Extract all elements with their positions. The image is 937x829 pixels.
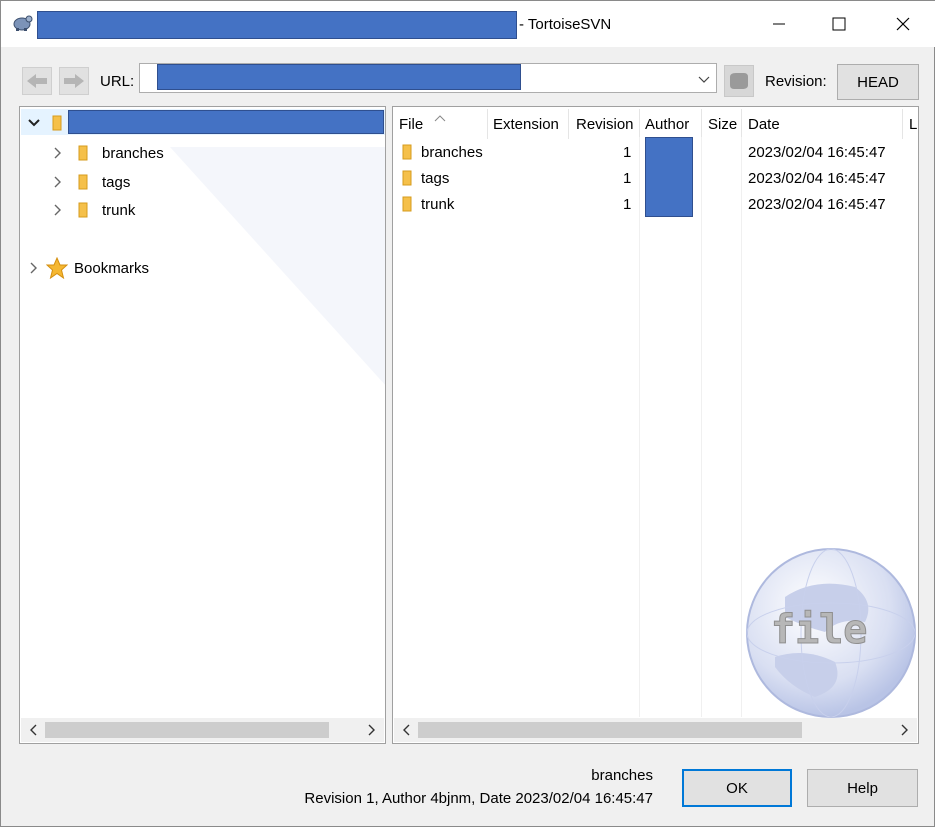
file-date: 2023/02/04 16:45:47 (748, 143, 886, 161)
tree-item-label: branches (102, 144, 164, 162)
maximize-icon (832, 17, 846, 31)
column-separator (701, 109, 702, 139)
tree-item-label: tags (102, 173, 131, 191)
chevron-right-icon[interactable] (26, 260, 42, 276)
file-revision: 1 (623, 195, 632, 213)
scroll-left-icon[interactable] (394, 718, 418, 742)
chevron-down-icon[interactable] (698, 71, 710, 88)
folder-icon (400, 139, 416, 165)
tortoise-app-icon (11, 12, 33, 32)
file-name: tags (421, 169, 450, 187)
tree-root-redacted-label (68, 110, 384, 134)
tree-item-tags[interactable]: tags (50, 170, 130, 194)
scrollbar-thumb[interactable] (418, 722, 802, 738)
window-title: - TortoiseSVN (519, 16, 612, 33)
folder-icon (76, 145, 92, 161)
globe-watermark-icon: file (746, 548, 916, 718)
tree-root-node[interactable] (26, 111, 66, 135)
maximize-button[interactable] (809, 1, 869, 47)
chevron-right-icon[interactable] (50, 145, 66, 161)
column-separator (639, 109, 640, 139)
selected-item-detail: Revision 1, Author 4bjnm, Date 2023/02/0… (304, 790, 653, 807)
column-header-file[interactable]: File (399, 109, 423, 139)
folder-icon (76, 202, 92, 218)
ok-button[interactable]: OK (682, 769, 792, 807)
arrow-right-icon (64, 74, 84, 88)
column-header-author[interactable]: Author (645, 109, 689, 139)
url-label: URL: (100, 73, 135, 90)
chevron-right-icon[interactable] (50, 174, 66, 190)
scrollbar-thumb[interactable] (45, 722, 329, 738)
file-name: branches (421, 143, 483, 161)
forward-button[interactable] (59, 67, 89, 95)
column-separator (568, 109, 569, 139)
star-icon (45, 256, 69, 280)
minimize-button[interactable] (749, 1, 809, 47)
file-revision: 1 (623, 169, 632, 187)
column-header-lock[interactable]: L (909, 109, 917, 139)
title-bar: - TortoiseSVN (1, 1, 936, 47)
tree-item-trunk[interactable]: trunk (50, 198, 135, 222)
url-redacted-value (157, 64, 521, 90)
scroll-right-icon[interactable] (893, 718, 917, 742)
title-redacted-path (37, 11, 517, 39)
chevron-down-icon[interactable] (26, 115, 42, 131)
folder-icon (76, 174, 92, 190)
revision-label: Revision: (765, 73, 827, 90)
column-header-date[interactable]: Date (748, 109, 780, 139)
file-revision: 1 (623, 143, 632, 161)
list-horizontal-scrollbar[interactable] (394, 718, 917, 742)
chevron-right-icon[interactable] (50, 202, 66, 218)
watermark-text: file (771, 607, 867, 653)
file-date: 2023/02/04 16:45:47 (748, 169, 886, 187)
column-separator (487, 109, 488, 139)
arrow-left-icon (27, 74, 47, 88)
tree-item-label: trunk (102, 201, 136, 219)
folder-icon (400, 191, 416, 217)
tree-horizontal-scrollbar[interactable] (21, 718, 384, 742)
back-button[interactable] (22, 67, 52, 95)
scroll-right-icon[interactable] (360, 718, 384, 742)
column-gridline (701, 137, 702, 717)
scroll-left-icon[interactable] (21, 718, 45, 742)
file-date: 2023/02/04 16:45:47 (748, 195, 886, 213)
tortoisesvn-repo-browser-window: - TortoiseSVN URL: Revision: HEAD branch… (0, 0, 936, 827)
repository-tree: branches tags trunk Bookmarks (19, 106, 386, 744)
column-header-revision[interactable]: Revision (576, 109, 634, 139)
column-separator (741, 109, 742, 139)
minimize-icon (773, 23, 785, 25)
folder-icon (400, 165, 416, 191)
bookmarks-label: Bookmarks (74, 259, 150, 277)
column-gridline (639, 137, 640, 717)
column-header-extension[interactable]: Extension (493, 109, 559, 139)
repository-root-button[interactable] (724, 65, 754, 97)
file-name: trunk (421, 195, 455, 213)
folder-icon (50, 115, 66, 131)
help-button[interactable]: Help (807, 769, 918, 807)
file-list: File Extension Revision Author Size Date… (392, 106, 919, 744)
column-gridline (741, 137, 742, 717)
tree-item-bookmarks[interactable]: Bookmarks (26, 256, 149, 280)
sort-ascending-icon (434, 109, 446, 126)
tree-item-branches[interactable]: branches (50, 141, 164, 165)
revision-head-button[interactable]: HEAD (837, 64, 919, 100)
close-icon (896, 17, 910, 31)
column-separator (902, 109, 903, 139)
repository-icon (730, 73, 748, 89)
selected-item-name: branches (591, 767, 653, 784)
close-button[interactable] (873, 1, 933, 47)
column-header-size[interactable]: Size (708, 109, 737, 139)
author-redacted-values (645, 137, 693, 217)
